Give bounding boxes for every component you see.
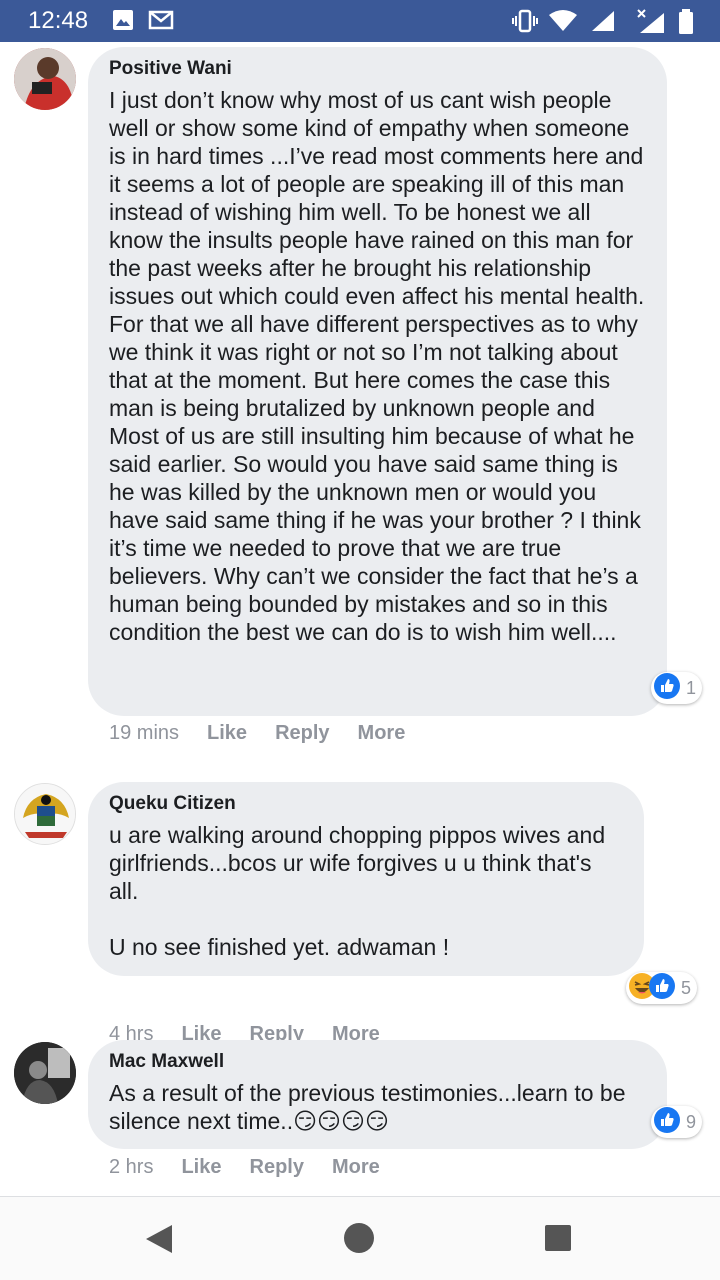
reply-button[interactable]: Reply	[250, 1156, 304, 1179]
signal-no-data-icon	[636, 9, 666, 40]
comment-bubble[interactable]: Mac Maxwell As a result of the previous …	[88, 1040, 667, 1149]
like-reaction-icon	[649, 972, 675, 1004]
gmail-icon	[148, 9, 174, 36]
reactions-badge[interactable]: 9	[651, 1106, 703, 1138]
comment-actions: 2 hrs Like Reply More	[109, 1156, 408, 1179]
reaction-count: 9	[686, 1111, 697, 1132]
reactions-badge[interactable]: 1	[651, 672, 703, 704]
like-reaction-icon	[654, 672, 680, 704]
back-icon[interactable]	[144, 1223, 174, 1260]
comment-text: As a result of the previous testimonies.…	[109, 1080, 632, 1134]
avatar[interactable]	[14, 1042, 76, 1104]
reply-button[interactable]: Reply	[275, 722, 329, 745]
signal-icon	[590, 9, 616, 38]
home-icon[interactable]	[343, 1222, 375, 1259]
like-button[interactable]: Like	[181, 1156, 221, 1179]
reaction-count: 5	[681, 977, 692, 998]
comment-text: u are walking around chopping pippos wiv…	[109, 822, 606, 960]
vibrate-icon	[512, 9, 538, 38]
reactions-badge[interactable]: 5	[626, 972, 698, 1004]
recents-icon[interactable]	[544, 1224, 572, 1257]
comment-bubble[interactable]: Queku Citizen u are walking around chopp…	[88, 782, 644, 976]
comments-list: Positive Wani I just don’t know why most…	[0, 42, 720, 1196]
avatar[interactable]	[14, 783, 76, 845]
more-button[interactable]: More	[358, 722, 406, 745]
comment-time: 2 hrs	[109, 1156, 154, 1178]
status-time: 12:48	[28, 7, 89, 34]
wifi-icon	[548, 9, 578, 38]
more-button[interactable]: More	[332, 1156, 380, 1179]
comment-actions: 19 mins Like Reply More	[109, 722, 433, 745]
comment-author[interactable]: Queku Citizen	[109, 792, 624, 816]
avatar[interactable]	[14, 48, 76, 110]
gallery-icon	[112, 9, 134, 36]
comment-bubble[interactable]: Positive Wani I just don’t know why most…	[88, 47, 667, 716]
like-button[interactable]: Like	[207, 722, 247, 745]
comment-text: I just don’t know why most of us cant wi…	[109, 87, 651, 645]
comment-time: 19 mins	[109, 722, 180, 744]
battery-icon	[678, 9, 694, 40]
comment-author[interactable]: Mac Maxwell	[109, 1050, 647, 1074]
comment-author[interactable]: Positive Wani	[109, 57, 647, 81]
status-bar: 12:48	[0, 0, 720, 42]
like-reaction-icon	[654, 1106, 680, 1138]
reaction-count: 1	[686, 677, 697, 698]
system-nav-bar	[0, 1196, 720, 1280]
